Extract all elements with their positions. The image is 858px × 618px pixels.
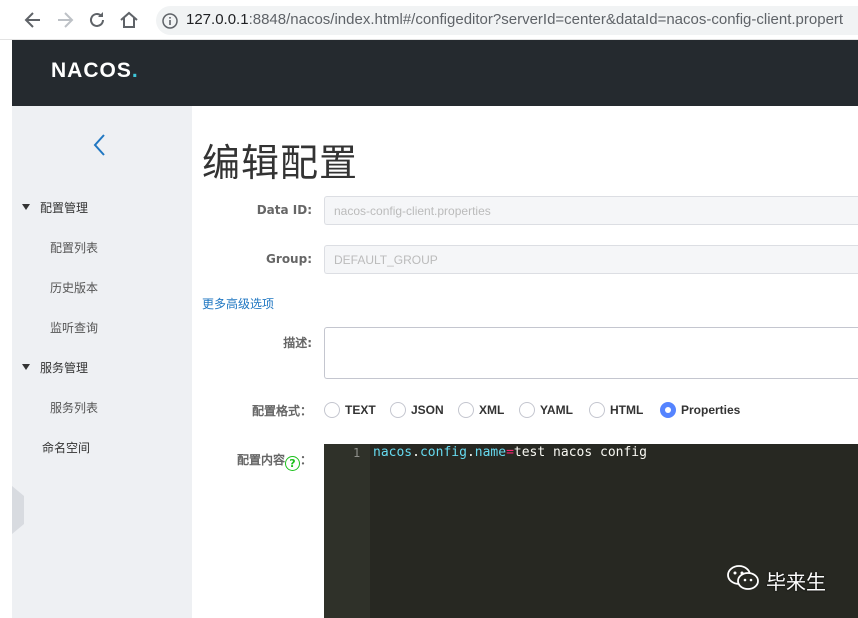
group-label: Group:: [266, 252, 312, 266]
format-radio-xml[interactable]: XML: [458, 401, 504, 419]
line-number: 1: [353, 446, 361, 460]
content-label-colon: ：: [299, 453, 312, 467]
nacos-logo[interactable]: NACOS.: [51, 59, 139, 83]
back-arrow-icon[interactable]: [22, 9, 44, 31]
code-token: .: [466, 445, 475, 460]
code-token: test nacos config: [513, 445, 647, 460]
collapse-chevron-icon[interactable]: [90, 132, 110, 158]
radio-circle: [589, 402, 605, 418]
sidebar-item-config-list[interactable]: 配置列表: [50, 239, 98, 256]
format-radio-text[interactable]: TEXT: [324, 401, 376, 419]
code-token: name: [474, 445, 507, 460]
radio-circle-selected: [660, 402, 676, 418]
code-token: =: [506, 445, 514, 460]
format-radio-json[interactable]: JSON: [390, 401, 444, 419]
browser-window: 127.0.0.1:8848/nacos/index.html#/confige…: [0, 0, 858, 618]
page-title: 编辑配置: [202, 141, 359, 185]
sidebar-item-service-list[interactable]: 服务列表: [50, 399, 98, 416]
url-text: 127.0.0.1:8848/nacos/index.html#/confige…: [186, 11, 843, 28]
browser-toolbar: 127.0.0.1:8848/nacos/index.html#/confige…: [0, 0, 858, 40]
format-radio-properties[interactable]: Properties: [660, 401, 740, 419]
sidebar-toggle-handle[interactable]: [12, 486, 24, 534]
data-id-field[interactable]: nacos-config-client.properties: [324, 196, 858, 225]
sidebar: 配置管理 配置列表 历史版本 监听查询 服务管理 服务列表 命名空间: [12, 106, 192, 618]
radio-label: HTML: [610, 403, 644, 417]
description-textarea[interactable]: [324, 327, 858, 379]
sidebar-item-namespace[interactable]: 命名空间: [42, 439, 90, 456]
radio-label: JSON: [411, 403, 444, 417]
radio-label: YAML: [540, 403, 573, 417]
radio-circle: [390, 402, 406, 418]
logo-dot: .: [131, 59, 139, 82]
radio-label: Properties: [681, 403, 741, 417]
code-token: config: [419, 445, 467, 460]
data-id-label: Data ID:: [256, 203, 312, 217]
url-host: 127.0.0.1: [186, 11, 249, 28]
radio-circle: [458, 402, 474, 418]
window-edge: [0, 40, 12, 618]
content-label: 配置内容?：: [200, 451, 312, 471]
description-label: 描述:: [283, 336, 312, 350]
advanced-options-link[interactable]: 更多高级选项: [202, 295, 274, 312]
reload-icon[interactable]: [86, 9, 108, 31]
radio-circle: [324, 402, 340, 418]
editor-gutter: [324, 444, 370, 618]
app-header: NACOS.: [12, 40, 858, 106]
sidebar-group-label: 服务管理: [40, 361, 89, 375]
watermark: 毕来生: [726, 563, 826, 597]
format-radio-html[interactable]: HTML: [589, 401, 643, 419]
group-field[interactable]: DEFAULT_GROUP: [324, 245, 858, 274]
code-token: nacos: [373, 445, 413, 460]
caret-down-icon: [22, 204, 30, 210]
home-icon[interactable]: [118, 9, 140, 31]
code-token: .: [412, 445, 420, 460]
site-info-icon[interactable]: [162, 13, 178, 29]
help-question-icon[interactable]: ?: [284, 456, 300, 471]
forward-arrow-icon[interactable]: [54, 9, 76, 31]
format-radio-yaml[interactable]: YAML: [519, 401, 573, 419]
watermark-text: 毕来生: [766, 569, 826, 594]
sidebar-group-config[interactable]: 配置管理: [22, 199, 88, 216]
sidebar-item-listener-query[interactable]: 监听查询: [50, 319, 98, 336]
sidebar-item-history[interactable]: 历史版本: [50, 279, 98, 296]
url-path: :8848/nacos/index.html#/configeditor?ser…: [248, 11, 844, 28]
wechat-icon: [726, 563, 760, 597]
caret-down-icon: [22, 364, 30, 370]
format-label: 配置格式：: [251, 404, 312, 418]
sidebar-group-service[interactable]: 服务管理: [22, 359, 88, 376]
radio-circle: [519, 402, 535, 418]
radio-label: TEXT: [345, 403, 376, 417]
radio-label: XML: [479, 403, 505, 417]
sidebar-group-label: 配置管理: [40, 201, 89, 215]
logo-text: NACOS: [51, 59, 132, 82]
code-line: nacos.config.name=test nacos config: [373, 445, 647, 460]
content-label-text: 配置内容: [236, 453, 285, 467]
